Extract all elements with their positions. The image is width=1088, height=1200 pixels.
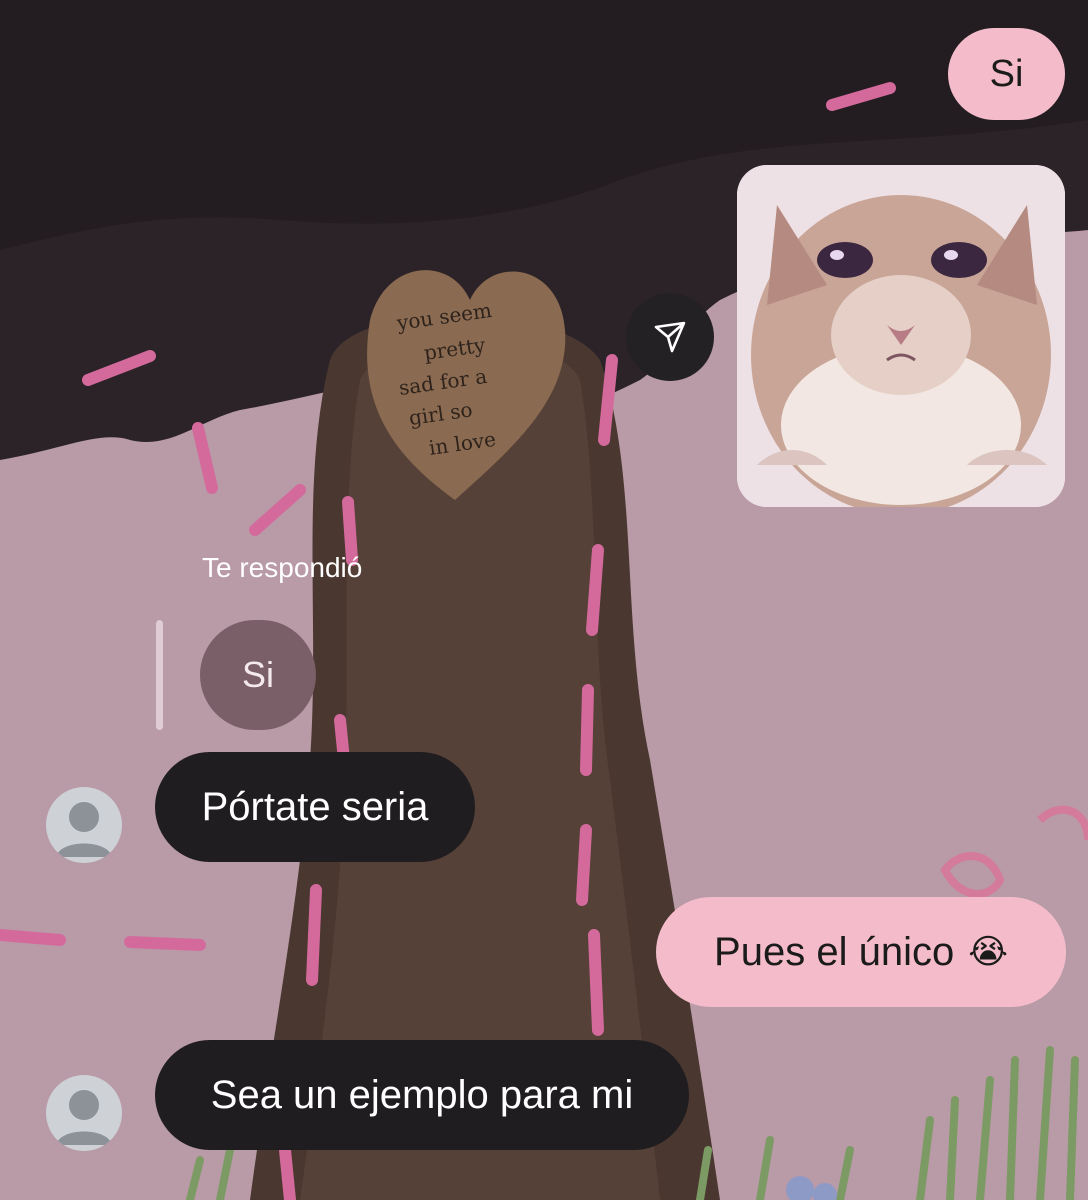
default-avatar-icon[interactable] [46, 1075, 122, 1151]
incoming-message-bubble[interactable]: Sea un ejemplo para mi [155, 1040, 689, 1150]
reply-label: Te respondió [202, 552, 363, 583]
crying-cat-image [737, 165, 1065, 507]
message-text: Pórtate seria [201, 785, 429, 829]
incoming-message-bubble[interactable]: Pórtate seria [155, 752, 475, 862]
quoted-text: Si [241, 654, 274, 695]
message-text: Pues el único [714, 930, 955, 974]
quoted-message-bubble[interactable]: Si [200, 620, 316, 730]
reply-indicator-bar [156, 620, 163, 730]
crying-emoji: 😭 [968, 932, 1008, 972]
outgoing-message-bubble[interactable]: Pues el único 😭 [656, 897, 1066, 1007]
paper-plane-icon [654, 321, 686, 353]
message-text: Si [989, 53, 1024, 95]
share-button[interactable] [626, 293, 714, 381]
cat-image-message[interactable] [737, 165, 1065, 507]
person-silhouette-icon [56, 1090, 112, 1145]
person-silhouette-icon [56, 802, 112, 857]
message-text: Sea un ejemplo para mi [210, 1073, 634, 1117]
outgoing-message-bubble[interactable]: Si [948, 28, 1065, 120]
default-avatar-icon[interactable] [46, 787, 122, 863]
